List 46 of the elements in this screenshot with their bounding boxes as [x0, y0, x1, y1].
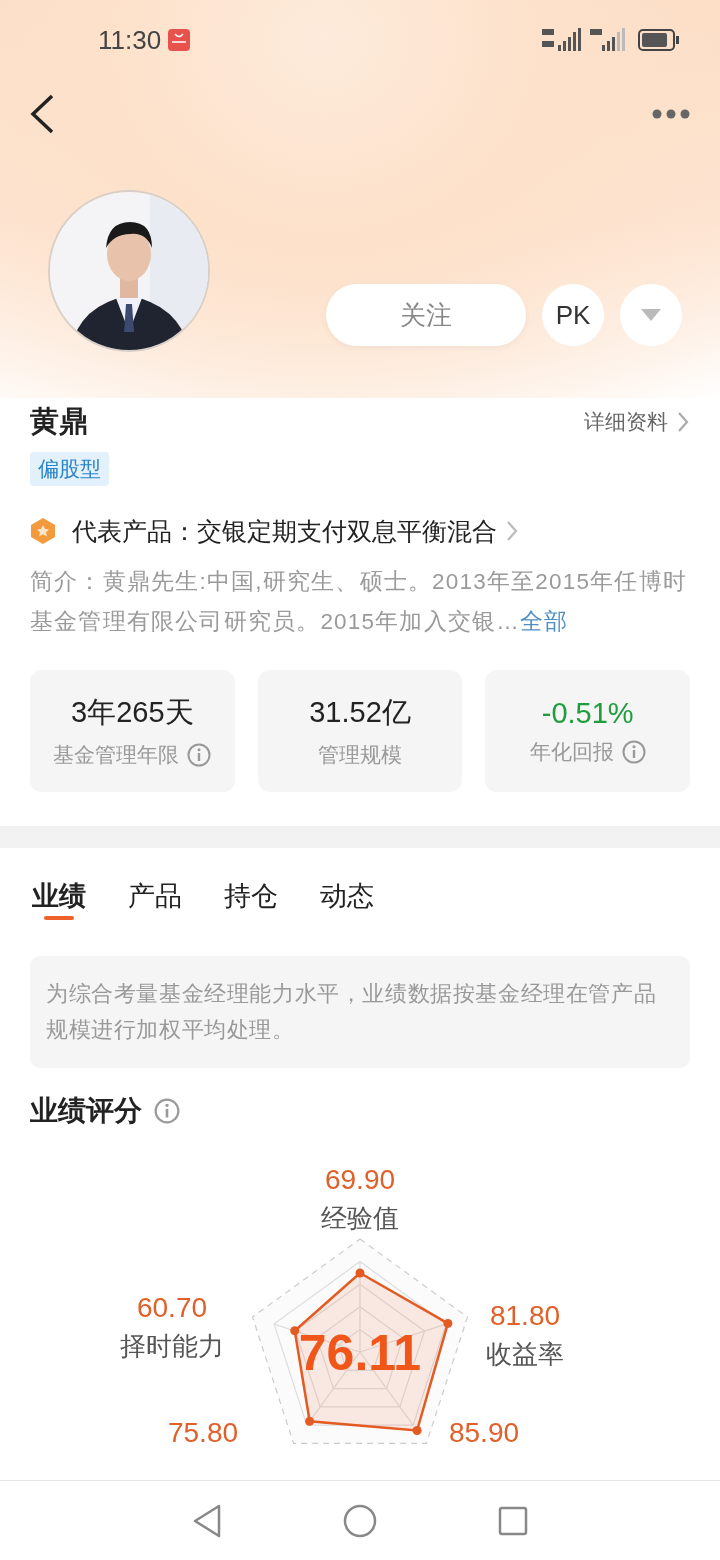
tab[interactable]: 产品	[128, 870, 182, 922]
app-notification-icon	[167, 28, 192, 52]
tab[interactable]: 动态	[320, 870, 374, 922]
axis-value: 69.90	[324, 1164, 396, 1195]
pk-button[interactable]: PK	[542, 284, 604, 346]
manager-name: 黄鼎	[30, 404, 88, 439]
home-nav-icon[interactable]	[343, 1503, 377, 1538]
status-time: 11:30	[98, 24, 162, 56]
chevron-right-icon	[505, 519, 519, 543]
details-link[interactable]: 详细资料	[584, 408, 690, 436]
stat-label: 管理规模	[318, 742, 402, 768]
back-icon[interactable]	[28, 93, 56, 135]
axis-value: 81.80	[489, 1300, 561, 1331]
cellular-signal-icon	[590, 27, 626, 53]
back-nav-icon[interactable]	[192, 1503, 222, 1538]
medal-icon	[30, 517, 56, 545]
axis-value: 60.70	[136, 1292, 208, 1323]
show-all-link[interactable]: 全部	[519, 609, 569, 634]
axis-value: 75.80	[167, 1417, 239, 1448]
stat-value: -0.51%	[541, 696, 634, 730]
note-text: 为综合考量基金经理能力水平，业绩数据按基金经理在管产品规模进行加权平均处理。	[30, 956, 690, 1068]
recents-nav-icon[interactable]	[498, 1505, 528, 1536]
follow-button[interactable]: 关注	[326, 284, 526, 346]
more-icon[interactable]	[652, 109, 690, 119]
stat-value: 31.52亿	[309, 695, 411, 730]
representative-product[interactable]: 代表产品：交银定期支付双息平衡混合	[72, 514, 497, 548]
info-icon[interactable]	[154, 1098, 180, 1124]
axis-label: 收益率	[486, 1339, 564, 1369]
section-title: 业绩评分	[30, 1094, 142, 1128]
axis-value: 85.90	[448, 1417, 520, 1448]
caret-down-icon	[640, 308, 662, 322]
cellular-signal-icon	[542, 27, 582, 53]
battery-icon	[638, 28, 680, 52]
overall-score: 76.11	[298, 1325, 422, 1381]
axis-label: 择时能力	[120, 1331, 224, 1361]
stat-label: 基金管理年限	[53, 742, 180, 768]
tab[interactable]: 持仓	[224, 870, 278, 922]
intro-text: 简介：黄鼎先生:中国,研究生、硕士。2013年至2015年任博时基金管理有限公司研究员。2015年加入交银…全部	[30, 568, 688, 636]
stat-label: 年化回报	[529, 738, 614, 765]
tab[interactable]: 业绩	[32, 870, 86, 922]
axis-label: 经验值	[321, 1203, 399, 1233]
chevron-right-icon	[676, 410, 690, 434]
info-icon[interactable]	[621, 739, 646, 764]
info-icon[interactable]	[187, 743, 212, 767]
stat-value: 3年265天	[71, 695, 194, 730]
fund-type-tag: 偏股型	[30, 452, 109, 486]
